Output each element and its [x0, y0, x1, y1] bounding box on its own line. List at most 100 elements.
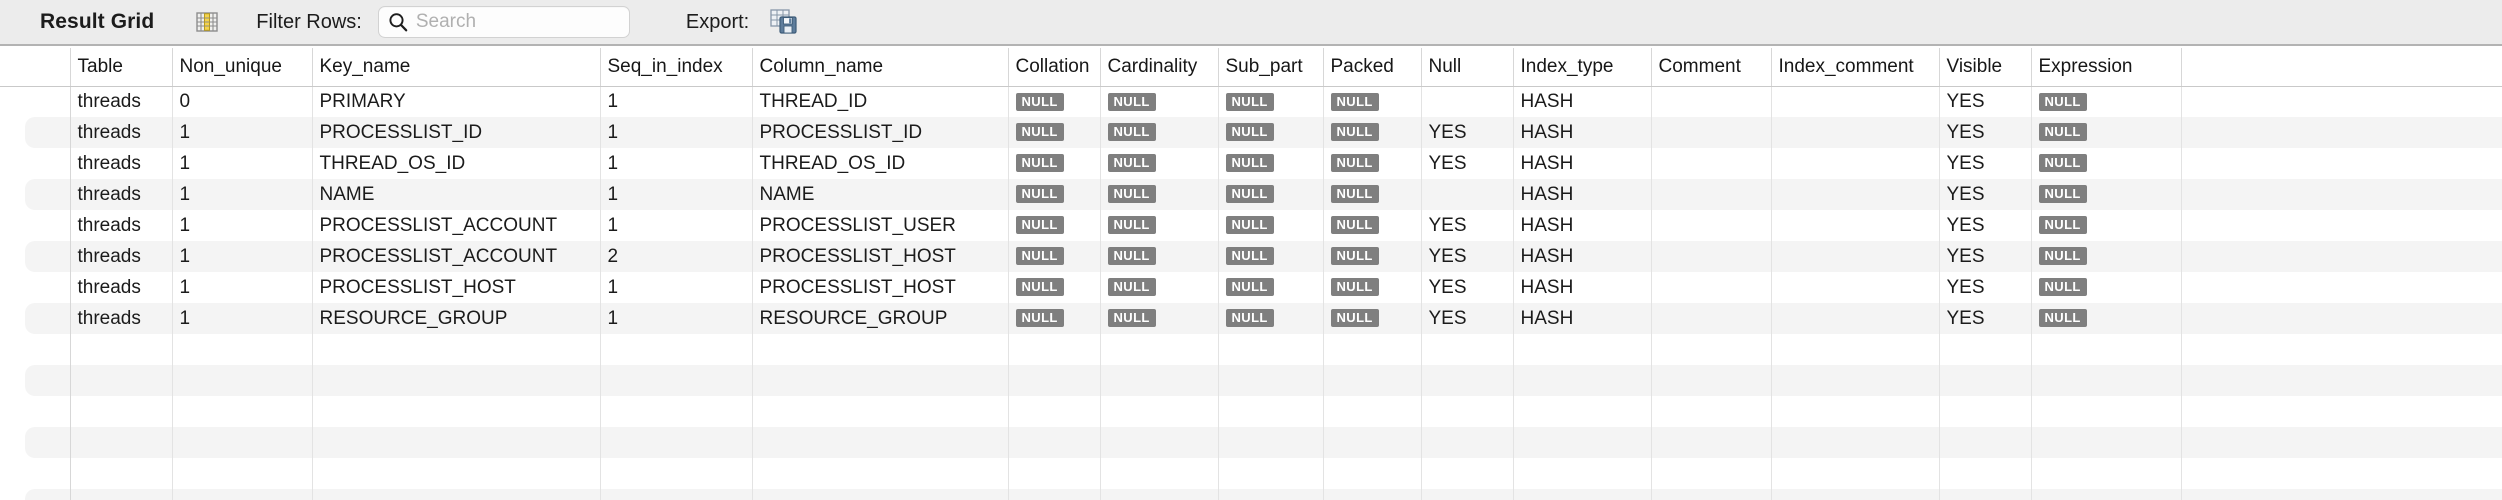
column-header-non_unique[interactable]: Non_unique: [172, 48, 313, 87]
column-header-cardinality[interactable]: Cardinality: [1100, 48, 1219, 87]
cell-packed[interactable]: NULL: [1323, 117, 1422, 148]
cell-empty[interactable]: [1008, 396, 1101, 427]
row-selector-cell[interactable]: [0, 303, 71, 334]
cell-empty[interactable]: [752, 458, 1009, 489]
column-header-seq_in_index[interactable]: Seq_in_index: [600, 48, 753, 87]
cell-non_unique[interactable]: 0: [172, 86, 313, 117]
cell-empty[interactable]: [1651, 334, 1772, 365]
cell-empty[interactable]: [312, 396, 601, 427]
cell-empty[interactable]: [2031, 489, 2182, 500]
cell-cardinality[interactable]: NULL: [1100, 179, 1219, 210]
cell-empty[interactable]: [1771, 334, 1940, 365]
cell-visible[interactable]: YES: [1939, 179, 2032, 210]
cell-table[interactable]: threads: [70, 86, 173, 117]
cell-cardinality[interactable]: NULL: [1100, 272, 1219, 303]
cell-empty[interactable]: [1323, 427, 1422, 458]
cell-empty[interactable]: [2031, 396, 2182, 427]
cell-expression[interactable]: NULL: [2031, 241, 2182, 272]
cell-empty[interactable]: [70, 427, 173, 458]
cell-empty[interactable]: [312, 334, 601, 365]
cell-empty[interactable]: [600, 489, 753, 500]
cell-column_name[interactable]: RESOURCE_GROUP: [752, 303, 1009, 334]
cell-empty[interactable]: [1939, 458, 2032, 489]
cell-empty[interactable]: [600, 365, 753, 396]
cell-empty[interactable]: [1939, 396, 2032, 427]
table-row[interactable]: threads 1 RESOURCE_GROUP 1 RESOURCE_GROUP NUL…: [0, 303, 2502, 334]
cell-empty[interactable]: [172, 458, 313, 489]
cell-table[interactable]: threads: [70, 303, 173, 334]
cell-empty[interactable]: [1651, 458, 1772, 489]
cell-expression[interactable]: NULL: [2031, 148, 2182, 179]
cell-non_unique[interactable]: 1: [172, 303, 313, 334]
cell-index_comment[interactable]: [1771, 303, 1940, 334]
cell-empty[interactable]: [1939, 427, 2032, 458]
cell-index_type[interactable]: HASH: [1513, 179, 1652, 210]
column-header-comment[interactable]: Comment: [1651, 48, 1772, 87]
cell-collation[interactable]: NULL: [1008, 303, 1101, 334]
cell-empty[interactable]: [70, 489, 173, 500]
cell-empty[interactable]: [752, 365, 1009, 396]
cell-empty[interactable]: [1651, 365, 1772, 396]
cell-seq_in_index[interactable]: 1: [600, 210, 753, 241]
cell-null[interactable]: YES: [1421, 303, 1514, 334]
column-header-sub_part[interactable]: Sub_part: [1218, 48, 1324, 87]
cell-sub_part[interactable]: NULL: [1218, 272, 1324, 303]
cell-sub_part[interactable]: NULL: [1218, 241, 1324, 272]
cell-empty[interactable]: [1218, 489, 1324, 500]
cell-seq_in_index[interactable]: 1: [600, 117, 753, 148]
cell-empty[interactable]: [1323, 458, 1422, 489]
cell-empty[interactable]: [1421, 365, 1514, 396]
cell-cardinality[interactable]: NULL: [1100, 148, 1219, 179]
cell-key_name[interactable]: THREAD_OS_ID: [312, 148, 601, 179]
cell-expression[interactable]: NULL: [2031, 303, 2182, 334]
cell-empty[interactable]: [1421, 489, 1514, 500]
cell-null[interactable]: YES: [1421, 272, 1514, 303]
cell-empty[interactable]: [312, 427, 601, 458]
cell-empty[interactable]: [172, 489, 313, 500]
cell-empty[interactable]: [1008, 489, 1101, 500]
cell-comment[interactable]: [1651, 272, 1772, 303]
cell-empty[interactable]: [172, 396, 313, 427]
table-row[interactable]: threads 0 PRIMARY 1 THREAD_ID NULL NULL NULL NUL…: [0, 86, 2502, 117]
table-row-empty[interactable]: [0, 458, 2502, 489]
cell-expression[interactable]: NULL: [2031, 272, 2182, 303]
cell-comment[interactable]: [1651, 117, 1772, 148]
cell-seq_in_index[interactable]: 1: [600, 179, 753, 210]
cell-visible[interactable]: YES: [1939, 210, 2032, 241]
cell-seq_in_index[interactable]: 1: [600, 272, 753, 303]
cell-empty[interactable]: [1323, 334, 1422, 365]
cell-empty[interactable]: [1008, 458, 1101, 489]
cell-empty[interactable]: [1651, 427, 1772, 458]
cell-non_unique[interactable]: 1: [172, 179, 313, 210]
cell-empty[interactable]: [1218, 334, 1324, 365]
cell-index_type[interactable]: HASH: [1513, 210, 1652, 241]
cell-packed[interactable]: NULL: [1323, 241, 1422, 272]
cell-visible[interactable]: YES: [1939, 241, 2032, 272]
cell-non_unique[interactable]: 1: [172, 272, 313, 303]
row-selector-cell[interactable]: [0, 179, 71, 210]
row-selector-cell[interactable]: [0, 241, 71, 272]
cell-expression[interactable]: NULL: [2031, 210, 2182, 241]
cell-visible[interactable]: YES: [1939, 303, 2032, 334]
cell-collation[interactable]: NULL: [1008, 241, 1101, 272]
cell-collation[interactable]: NULL: [1008, 148, 1101, 179]
cell-null[interactable]: [1421, 86, 1514, 117]
cell-empty[interactable]: [1218, 396, 1324, 427]
cell-non_unique[interactable]: 1: [172, 117, 313, 148]
cell-empty[interactable]: [1513, 396, 1652, 427]
cell-empty[interactable]: [172, 334, 313, 365]
column-header-packed[interactable]: Packed: [1323, 48, 1422, 87]
cell-comment[interactable]: [1651, 86, 1772, 117]
cell-empty[interactable]: [70, 458, 173, 489]
cell-non_unique[interactable]: 1: [172, 210, 313, 241]
cell-seq_in_index[interactable]: 1: [600, 86, 753, 117]
table-row[interactable]: threads 1 NAME 1 NAME NULL NULL NULL NULL HASH YES…: [0, 179, 2502, 210]
cell-empty[interactable]: [2031, 365, 2182, 396]
cell-empty[interactable]: [1100, 427, 1219, 458]
cell-table[interactable]: threads: [70, 210, 173, 241]
column-header-expression[interactable]: Expression: [2031, 48, 2182, 87]
cell-expression[interactable]: NULL: [2031, 117, 2182, 148]
cell-collation[interactable]: NULL: [1008, 179, 1101, 210]
cell-null[interactable]: [1421, 179, 1514, 210]
column-header-column_name[interactable]: Column_name: [752, 48, 1009, 87]
